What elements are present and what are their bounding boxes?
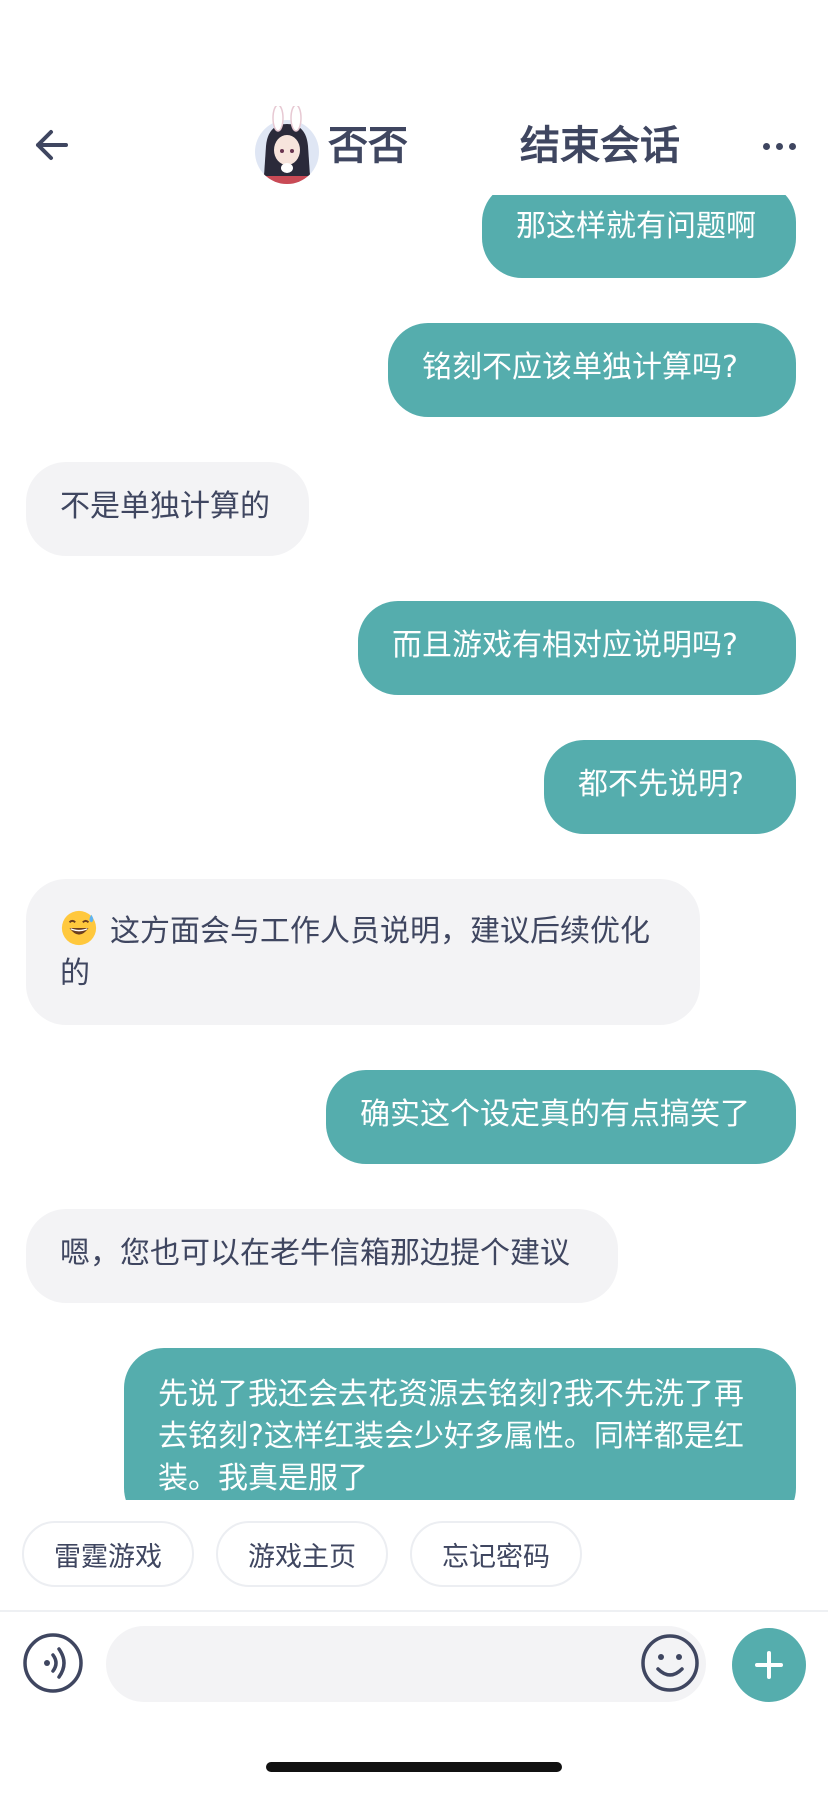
quick-reply-chip[interactable]: 游戏主页 xyxy=(216,1521,388,1587)
more-dots-icon xyxy=(762,142,770,150)
quick-reply-chip[interactable]: 忘记密码 xyxy=(410,1521,582,1587)
back-button[interactable] xyxy=(28,122,74,168)
user-message-bubble: 铭刻不应该单独计算吗? xyxy=(388,323,796,417)
input-bar xyxy=(0,1612,828,1722)
voice-input-icon[interactable] xyxy=(22,1632,84,1694)
add-button[interactable] xyxy=(732,1628,806,1702)
message-list[interactable]: 那这样就有问题啊 铭刻不应该单独计算吗? 不是单独计算的 而且游戏有相对应说明吗… xyxy=(0,195,828,1500)
agent-avatar[interactable] xyxy=(254,106,320,186)
quick-reply-chip[interactable]: 雷霆游戏 xyxy=(22,1521,194,1587)
agent-message-bubble: 嗯，您也可以在老牛信箱那边提个建议 xyxy=(26,1209,618,1303)
arrow-left-icon xyxy=(36,130,68,160)
plus-icon xyxy=(755,1651,783,1679)
more-button[interactable] xyxy=(754,126,804,166)
agent-message-bubble: 这方面会与工作人员说明，建议后续优化的 xyxy=(26,879,700,1025)
agent-message-text: 这方面会与工作人员说明，建议后续优化的 xyxy=(60,914,650,991)
user-message-bubble: 那这样就有问题啊 xyxy=(482,195,796,278)
grinning-sweat-emoji-icon xyxy=(61,910,97,946)
chat-header: 否否 结束会话 xyxy=(0,0,828,195)
user-message-bubble: 确实这个设定真的有点搞笑了 xyxy=(326,1070,796,1164)
user-message-bubble: 都不先说明? xyxy=(544,740,796,834)
home-indicator xyxy=(266,1762,562,1772)
user-message-bubble: 而且游戏有相对应说明吗? xyxy=(358,601,796,695)
end-session-button[interactable]: 结束会话 xyxy=(520,118,680,174)
user-message-bubble: 先说了我还会去花资源去铭刻?我不先洗了再去铭刻?这样红装会少好多属性。同样都是红… xyxy=(124,1348,796,1500)
message-input[interactable] xyxy=(106,1626,706,1702)
emoji-icon[interactable] xyxy=(640,1633,700,1693)
agent-name: 否否 xyxy=(328,123,408,169)
agent-message-bubble: 不是单独计算的 xyxy=(26,462,309,556)
quick-reply-bar: 雷霆游戏 游戏主页 忘记密码 xyxy=(0,1515,828,1595)
